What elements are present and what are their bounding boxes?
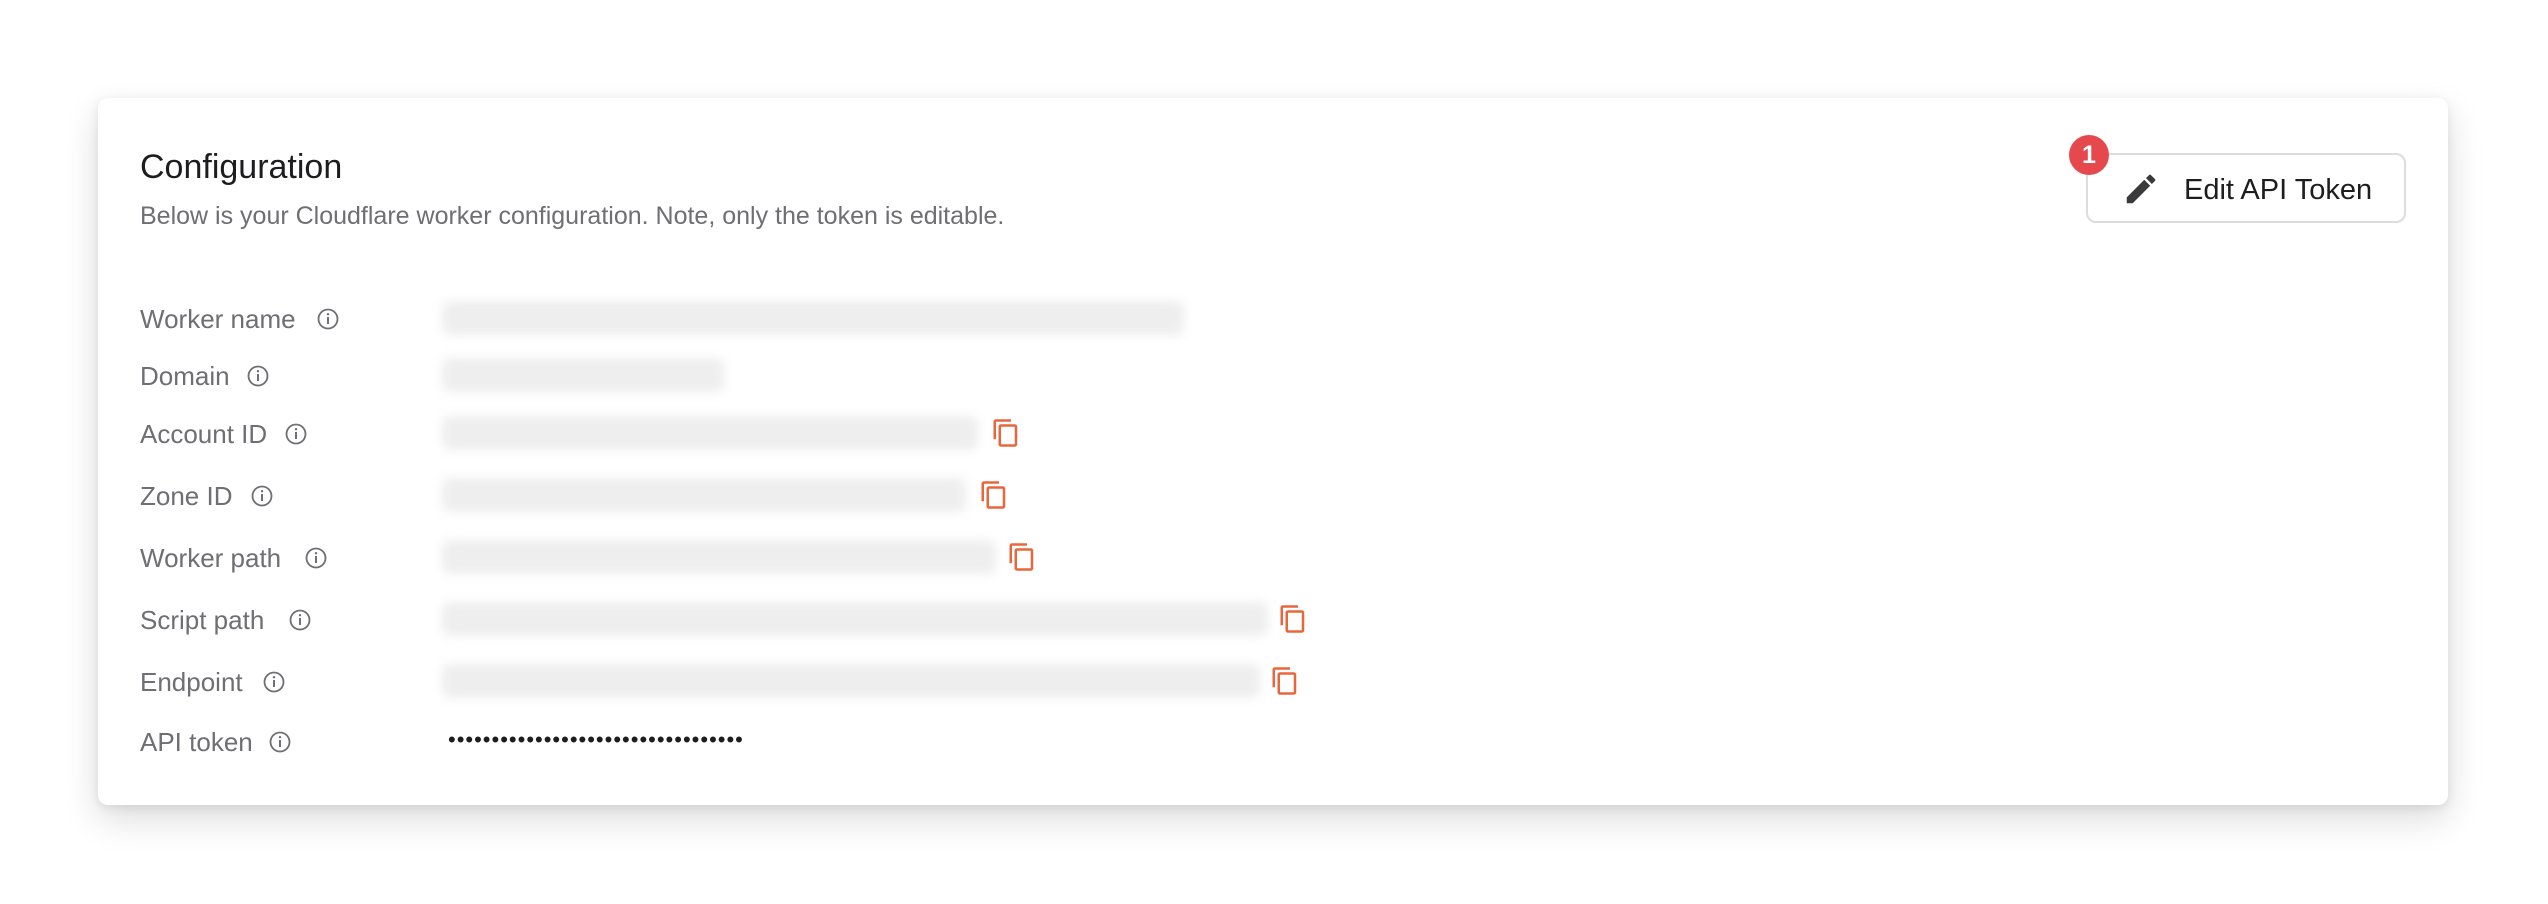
zone-id-label: Zone ID (140, 481, 233, 511)
pencil-icon (2126, 174, 2156, 204)
card-subtitle: Below is your Cloudflare worker configur… (140, 202, 1005, 230)
copy-icon[interactable] (979, 478, 1009, 512)
info-icon[interactable] (268, 730, 292, 754)
info-icon[interactable] (304, 546, 328, 570)
api-token-value: •••••••••••••••••••••••••••••••••• (448, 727, 744, 752)
edit-button-label: Edit API Token (2184, 174, 2373, 206)
worker-name-value: blurred (442, 301, 1184, 335)
account-id-row: Account ID blurred (140, 414, 1340, 454)
script-path-label: Script path (140, 605, 265, 635)
domain-value: blurred (442, 358, 724, 392)
worker-name-label: Worker name (140, 304, 296, 334)
info-icon[interactable] (250, 484, 274, 508)
copy-icon[interactable] (1278, 602, 1308, 636)
endpoint-label: Endpoint (140, 667, 243, 697)
card-title: Configuration (140, 148, 343, 186)
notification-badge: 1 (2069, 135, 2109, 175)
script-path-row: Script path blurred (140, 600, 1340, 640)
info-icon[interactable] (246, 364, 270, 388)
info-icon[interactable] (284, 422, 308, 446)
domain-row: Domain blurred (140, 356, 1340, 396)
api-token-label: API token (140, 727, 253, 757)
script-path-value: blurred (442, 602, 1268, 636)
configuration-card: Configuration Below is your Cloudflare w… (98, 98, 2448, 805)
zone-id-row: Zone ID blurred (140, 476, 1340, 516)
endpoint-row: Endpoint blurred (140, 662, 1340, 702)
worker-path-value: blurred (442, 540, 996, 574)
copy-icon[interactable] (1007, 540, 1037, 574)
info-icon[interactable] (288, 608, 312, 632)
api-token-row: API token ••••••••••••••••••••••••••••••… (140, 722, 1340, 762)
account-id-value: blurred (442, 416, 978, 450)
endpoint-value: blurred (442, 664, 1260, 698)
copy-icon[interactable] (991, 416, 1021, 450)
copy-icon[interactable] (1270, 664, 1300, 698)
edit-api-token-button[interactable]: Edit API Token (2086, 153, 2406, 223)
account-id-label: Account ID (140, 419, 268, 449)
domain-label: Domain (140, 361, 230, 391)
worker-name-row: Worker name blurred (140, 299, 1340, 339)
zone-id-value: blurred (442, 478, 966, 512)
info-icon[interactable] (316, 307, 340, 331)
worker-path-label: Worker path (140, 543, 282, 573)
info-icon[interactable] (262, 670, 286, 694)
worker-path-row: Worker path blurred (140, 538, 1340, 578)
